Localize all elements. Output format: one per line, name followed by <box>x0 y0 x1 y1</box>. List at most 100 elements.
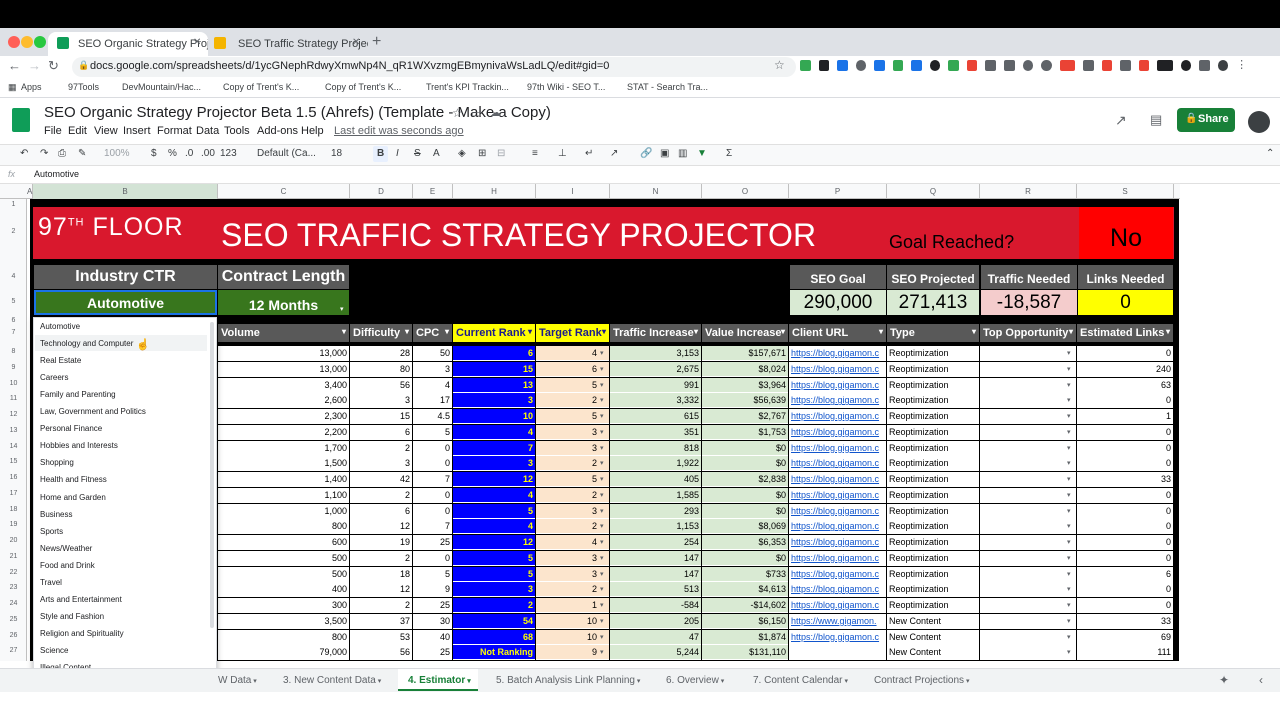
cell-top-opportunity[interactable] <box>980 472 1076 487</box>
sheet-tab[interactable]: W Data ▾ <box>218 675 257 686</box>
cell-type[interactable]: Reoptimization <box>887 440 979 456</box>
column-header-cpc[interactable]: CPC ▾ <box>413 324 452 342</box>
cell-volume[interactable]: 13,000 <box>218 361 349 377</box>
sheet-tab[interactable]: 6. Overview ▾ <box>666 675 724 686</box>
cell-target-rank[interactable]: 1 <box>536 598 609 613</box>
cell-client-url[interactable]: https://blog.gigamon.c <box>789 377 886 393</box>
zoom-select[interactable]: 100% <box>104 148 130 159</box>
cell-volume[interactable]: 800 <box>218 629 349 645</box>
cell-target-rank[interactable]: 9 <box>536 645 609 661</box>
row-number[interactable]: 24 <box>0 600 27 607</box>
column-header[interactable]: R <box>980 184 1077 199</box>
cell-difficulty[interactable]: 28 <box>350 346 412 361</box>
vertical-align-icon[interactable]: ⊥ <box>558 148 567 159</box>
cell-volume[interactable]: 2,200 <box>218 424 349 440</box>
cell-client-url[interactable]: https://blog.gigamon.c <box>789 346 886 361</box>
cell-traffic-increase[interactable]: 351 <box>610 424 701 440</box>
cell-value-increase[interactable]: $6,353 <box>702 535 788 550</box>
cell-type[interactable]: Reoptimization <box>887 598 979 613</box>
cell-top-opportunity[interactable] <box>980 346 1076 361</box>
insert-chart-icon[interactable]: ▥ <box>678 148 687 159</box>
cell-current-rank[interactable]: Not Ranking <box>453 645 535 661</box>
cell-top-opportunity[interactable] <box>980 440 1076 456</box>
row-number[interactable]: 27 <box>0 647 27 654</box>
cell-client-url[interactable]: https://blog.gigamon.c <box>789 440 886 456</box>
dropdown-arrow-icon[interactable]: ▾ <box>600 381 604 389</box>
dropdown-option[interactable]: Family and Parenting <box>40 390 116 399</box>
row-number[interactable]: 20 <box>0 537 27 544</box>
bookmark-kpi-tracking[interactable]: Trent's KPI Trackin... <box>426 82 509 92</box>
menu-format[interactable]: Format <box>157 125 192 137</box>
browser-tab-active[interactable]: SEO Organic Strategy Projecto <box>48 32 208 56</box>
cell-estimated-links[interactable]: 111 <box>1077 645 1173 661</box>
extension-icon[interactable] <box>1041 60 1052 71</box>
cell-value-increase[interactable]: $8,069 <box>702 519 788 535</box>
menu-edit[interactable]: Edit <box>68 125 87 137</box>
dropdown-arrow-icon[interactable]: ▾ <box>1067 396 1071 404</box>
cell-type[interactable]: Reoptimization <box>887 377 979 393</box>
dropdown-arrow-icon[interactable]: ▾ <box>1067 601 1071 609</box>
cell-top-opportunity[interactable] <box>980 487 1076 503</box>
extension-icon[interactable] <box>1101 60 1113 71</box>
text-rotate-icon[interactable]: ↗ <box>610 148 618 159</box>
cell-target-rank[interactable]: 2 <box>536 519 609 535</box>
cell-value-increase[interactable]: $733 <box>702 566 788 582</box>
strikethrough-button[interactable]: S <box>414 148 421 159</box>
row-number[interactable]: 12 <box>0 411 27 418</box>
bookmark-97th-wiki[interactable]: 97th Wiki - SEO T... <box>527 82 605 92</box>
cell-client-url[interactable]: https://blog.gigamon.c <box>789 535 886 550</box>
cell-estimated-links[interactable]: 0 <box>1077 582 1173 598</box>
insert-comment-icon[interactable]: ▣ <box>660 148 669 159</box>
cell-type[interactable]: Reoptimization <box>887 535 979 550</box>
cell-type[interactable]: Reoptimization <box>887 487 979 503</box>
new-tab-icon[interactable]: + <box>372 33 381 51</box>
dropdown-arrow-icon[interactable]: ▾ <box>600 648 604 656</box>
row-number[interactable]: 17 <box>0 490 27 497</box>
cell-top-opportunity[interactable] <box>980 598 1076 613</box>
column-header-type[interactable]: Type ▾ <box>887 324 979 342</box>
column-header[interactable]: H <box>453 184 536 199</box>
side-panel-toggle-icon[interactable]: ‹ <box>1259 673 1263 687</box>
cell-value-increase[interactable]: $131,110 <box>702 645 788 661</box>
cell-cpc[interactable]: 5 <box>413 566 452 582</box>
cell-traffic-increase[interactable]: 293 <box>610 503 701 519</box>
dropdown-arrow-icon[interactable]: ▾ <box>1067 554 1071 562</box>
cell-volume[interactable]: 79,000 <box>218 645 349 661</box>
insert-link-icon[interactable]: 🔗 <box>640 148 652 159</box>
dropdown-arrow-icon[interactable]: ▾ <box>1067 648 1071 656</box>
dropdown-arrow-icon[interactable]: ▾ <box>1067 475 1071 483</box>
cell-client-url[interactable]: https://blog.gigamon.c <box>789 550 886 566</box>
seo-projected-value[interactable]: 271,413 <box>887 290 979 315</box>
menu-data[interactable]: Data <box>196 125 219 137</box>
cell-target-rank[interactable]: 5 <box>536 377 609 393</box>
star-icon[interactable]: ☆ <box>452 106 463 120</box>
cell-traffic-increase[interactable]: 147 <box>610 566 701 582</box>
cell-difficulty[interactable]: 12 <box>350 519 412 535</box>
sheet-tab[interactable]: 5. Batch Analysis Link Planning ▾ <box>496 675 640 686</box>
bookmark-stat[interactable]: STAT - Search Tra... <box>627 82 708 92</box>
menu-tools[interactable]: Tools <box>224 125 250 137</box>
close-tab-icon[interactable]: ✕ <box>352 37 360 48</box>
cell-top-opportunity[interactable] <box>980 566 1076 582</box>
cell-client-url[interactable]: https://blog.gigamon.c <box>789 409 886 424</box>
cell-top-opportunity[interactable] <box>980 393 1076 409</box>
font-size-select[interactable]: 18 <box>331 148 342 159</box>
extension-icon[interactable] <box>837 60 848 71</box>
cell-client-url[interactable]: https://blog.gigamon.c <box>789 598 886 613</box>
dropdown-option[interactable]: Style and Fashion <box>40 612 104 621</box>
cell-target-rank[interactable]: 6 <box>536 361 609 377</box>
dropdown-arrow-icon[interactable]: ▾ <box>1067 428 1071 436</box>
browser-tab[interactable]: SEO Traffic Strategy Projector <box>208 32 368 56</box>
dropdown-arrow-icon[interactable]: ▾ <box>600 538 604 546</box>
sheet-tab-menu-icon[interactable]: ▾ <box>719 678 725 685</box>
cell-target-rank[interactable]: 2 <box>536 456 609 472</box>
column-header[interactable]: S <box>1077 184 1174 199</box>
row-number[interactable]: 9 <box>0 364 27 371</box>
row-number[interactable]: 10 <box>0 380 27 387</box>
dropdown-arrow-icon[interactable]: ▾ <box>600 412 604 420</box>
cell-volume[interactable]: 2,600 <box>218 393 349 409</box>
cell-client-url[interactable]: https://blog.gigamon.c <box>789 519 886 535</box>
cell-estimated-links[interactable]: 0 <box>1077 393 1173 409</box>
minimize-window-icon[interactable] <box>21 36 33 48</box>
row-number[interactable]: 13 <box>0 427 27 434</box>
